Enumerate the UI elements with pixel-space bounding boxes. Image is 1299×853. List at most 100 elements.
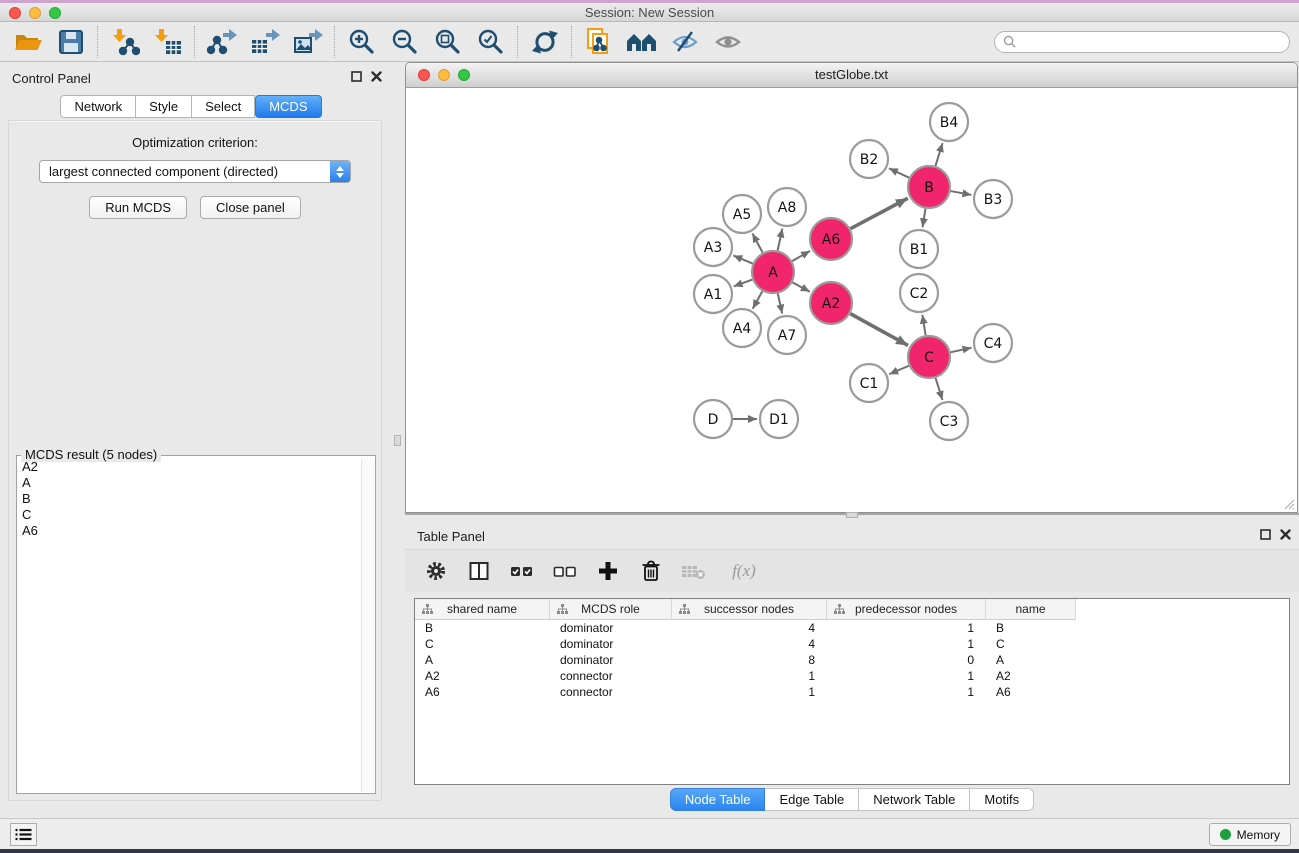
node-A6[interactable]: A6 [810, 218, 852, 260]
node-A3[interactable]: A3 [694, 228, 732, 266]
node-C3[interactable]: C3 [930, 402, 968, 440]
search-input[interactable] [1021, 34, 1281, 49]
column-header-shared-name[interactable]: shared name [415, 599, 550, 620]
open-session-button[interactable] [6, 24, 49, 60]
close-panel-button[interactable]: Close panel [200, 196, 301, 219]
table-cell: dominator [550, 621, 672, 635]
zoom-out-button[interactable] [383, 24, 426, 60]
hide-graphics-button[interactable] [663, 24, 706, 60]
fx-icon: f(x) [732, 561, 756, 581]
column-header-predecessor-nodes[interactable]: predecessor nodes [827, 599, 986, 620]
node-A7[interactable]: A7 [768, 316, 806, 354]
result-list-item[interactable]: C [18, 507, 361, 523]
table-cell: A6 [415, 685, 550, 699]
window-resize-grip[interactable] [1282, 497, 1295, 510]
svg-text:C1: C1 [860, 376, 879, 392]
float-panel-icon[interactable] [351, 71, 362, 82]
node-A5[interactable]: A5 [723, 195, 761, 233]
show-graphics-button[interactable] [706, 24, 749, 60]
result-list-item[interactable]: A6 [18, 523, 361, 539]
task-history-button[interactable] [10, 823, 37, 846]
add-row-button[interactable] [595, 557, 621, 585]
network-window-titlebar[interactable]: testGlobe.txt [406, 63, 1297, 88]
deselect-all-button[interactable] [552, 557, 578, 585]
tab-select[interactable]: Select [192, 95, 255, 118]
result-list-scrollbar[interactable] [361, 459, 374, 792]
close-table-panel-icon[interactable] [1280, 529, 1291, 540]
column-header-successor-nodes[interactable]: successor nodes [672, 599, 827, 620]
window-titlebar: Session: New Session [0, 0, 1299, 22]
node-D[interactable]: D [694, 400, 732, 438]
import-network-button[interactable] [103, 24, 146, 60]
manage-networks-button[interactable] [577, 24, 620, 60]
table-row[interactable]: A6connector11A6 [415, 684, 1289, 700]
node-C[interactable]: C [908, 336, 950, 378]
select-all-button[interactable] [509, 557, 535, 585]
memory-button[interactable]: Memory [1209, 823, 1291, 846]
result-list-item[interactable]: A2 [18, 459, 361, 475]
panel-splitter[interactable] [390, 62, 405, 818]
mcds-result-list[interactable]: A2ABCA6 [18, 459, 361, 792]
node-B4[interactable]: B4 [930, 103, 968, 141]
home-view-button[interactable] [620, 24, 663, 60]
result-list-item[interactable]: B [18, 491, 361, 507]
node-A1[interactable]: A1 [694, 275, 732, 313]
zoom-out-icon [391, 28, 419, 56]
network-graph[interactable]: B4 B2 B B3 A8A5 A6 A3 B1 A A1 C2 A2 A4A7 C4 C C1 C3 D D1 [407, 89, 1298, 513]
zoom-in-button[interactable] [340, 24, 383, 60]
save-session-button[interactable] [49, 24, 92, 60]
node-A2[interactable]: A2 [810, 282, 852, 324]
node-B2[interactable]: B2 [850, 140, 888, 178]
edge-A-A5 [752, 233, 762, 252]
delete-row-button[interactable] [638, 557, 664, 585]
node-A[interactable]: A [752, 251, 794, 293]
result-list-item[interactable]: A [18, 475, 361, 491]
node-D1[interactable]: D1 [760, 400, 798, 438]
table-row[interactable]: Adominator80A [415, 652, 1289, 668]
tab-motifs[interactable]: Motifs [970, 788, 1034, 811]
optimization-criterion-dropdown[interactable]: largest connected component (directed) [39, 160, 351, 183]
node-C4[interactable]: C4 [974, 324, 1012, 362]
column-header-name[interactable]: name [986, 599, 1076, 620]
import-table-button[interactable] [146, 24, 189, 60]
search-field[interactable] [994, 31, 1290, 53]
splitter-grip[interactable] [394, 435, 401, 446]
divider-grip[interactable] [846, 512, 858, 518]
node-B1[interactable]: B1 [900, 230, 938, 268]
tab-network-table[interactable]: Network Table [859, 788, 970, 811]
table-row[interactable]: Cdominator41C [415, 636, 1289, 652]
close-panel-icon[interactable] [371, 71, 382, 82]
network-canvas[interactable]: B4 B2 B B3 A8A5 A6 A3 B1 A A1 C2 A2 A4A7 C4 C C1 C3 D D1 [407, 89, 1296, 511]
tab-mcds[interactable]: MCDS [255, 95, 321, 118]
tab-style[interactable]: Style [136, 95, 192, 118]
zoom-selected-button[interactable] [469, 24, 512, 60]
node-A4[interactable]: A4 [723, 309, 761, 347]
tab-node-table[interactable]: Node Table [670, 788, 766, 811]
zoom-fit-button[interactable] [426, 24, 469, 60]
table-settings-button[interactable] [423, 557, 449, 585]
edge-A2-C [850, 314, 908, 346]
node-C1[interactable]: C1 [850, 364, 888, 402]
toolbar-separator [194, 26, 195, 58]
table-row[interactable]: A2connector11A2 [415, 668, 1289, 684]
table-panel-divider[interactable] [405, 512, 1299, 520]
table-row[interactable]: Bdominator41B [415, 620, 1289, 636]
node-B3[interactable]: B3 [974, 180, 1012, 218]
run-mcds-button[interactable]: Run MCDS [89, 196, 187, 219]
float-table-panel-icon[interactable] [1260, 529, 1271, 540]
tab-edge-table[interactable]: Edge Table [765, 788, 859, 811]
tab-network[interactable]: Network [60, 95, 136, 118]
export-table-button[interactable] [243, 24, 286, 60]
node-C2[interactable]: C2 [900, 274, 938, 312]
node-B[interactable]: B [908, 166, 950, 208]
show-column-button[interactable] [466, 557, 492, 585]
control-panel-tabs: NetworkStyleSelectMCDS [0, 95, 382, 118]
node-A8[interactable]: A8 [768, 188, 806, 226]
export-image-button[interactable] [286, 24, 329, 60]
svg-text:D1: D1 [769, 412, 789, 428]
column-header-MCDS-role[interactable]: MCDS role [550, 599, 672, 620]
export-network-button[interactable] [200, 24, 243, 60]
table-cell: A [415, 653, 550, 667]
svg-text:C: C [924, 350, 934, 366]
refresh-button[interactable] [523, 24, 566, 60]
